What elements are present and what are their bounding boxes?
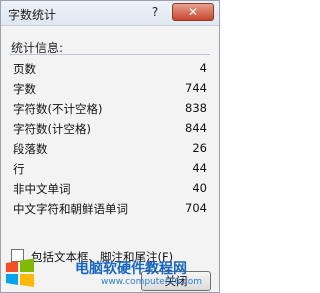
close-button[interactable]: 关闭 xyxy=(141,271,211,291)
stat-label: 行 xyxy=(13,162,25,176)
stat-row-non-asian-words: 非中文单词 40 xyxy=(1,179,219,198)
stat-value: 40 xyxy=(192,181,207,195)
stat-row-words: 字数 744 xyxy=(1,79,219,98)
stat-row-characters-no-spaces: 字符数(不计空格) 838 xyxy=(1,99,219,118)
stat-label: 字数 xyxy=(13,82,36,96)
title-bar[interactable]: 字数统计 ? ✕ xyxy=(1,1,219,26)
stat-label: 非中文单词 xyxy=(13,182,71,196)
stat-value: 4 xyxy=(199,61,207,75)
word-count-dialog: 字数统计 ? ✕ 统计信息: 页数 4 字数 744 字符数(不计空格) 838… xyxy=(0,0,220,293)
group-divider xyxy=(10,54,210,55)
stat-label: 字符数(计空格) xyxy=(13,122,91,136)
stat-value: 844 xyxy=(185,121,207,135)
stat-label: 字符数(不计空格) xyxy=(13,102,103,116)
stat-value: 838 xyxy=(185,101,207,115)
include-textboxes-label[interactable]: 包括文本框、脚注和尾注(F) xyxy=(31,249,173,265)
close-icon: ✕ xyxy=(187,5,199,19)
include-textboxes-checkbox[interactable] xyxy=(11,249,24,262)
stat-label: 中文字符和朝鲜语单词 xyxy=(13,202,128,216)
title-close-button[interactable]: ✕ xyxy=(172,3,214,21)
stat-value: 44 xyxy=(192,161,207,175)
help-icon: ? xyxy=(151,5,159,19)
stat-row-pages: 页数 4 xyxy=(1,59,219,78)
stat-value: 704 xyxy=(185,201,207,215)
stat-label: 段落数 xyxy=(13,142,48,156)
stat-row-paragraphs: 段落数 26 xyxy=(1,139,219,158)
stat-row-lines: 行 44 xyxy=(1,159,219,178)
stat-value: 744 xyxy=(185,81,207,95)
stat-value: 26 xyxy=(192,141,207,155)
stat-row-asian-characters: 中文字符和朝鲜语单词 704 xyxy=(1,199,219,218)
close-button-label: 关闭 xyxy=(164,274,188,288)
help-button[interactable]: ? xyxy=(143,3,167,21)
stat-row-characters-with-spaces: 字符数(计空格) 844 xyxy=(1,119,219,138)
stat-label: 页数 xyxy=(13,62,36,76)
dialog-title: 字数统计 xyxy=(8,8,57,22)
